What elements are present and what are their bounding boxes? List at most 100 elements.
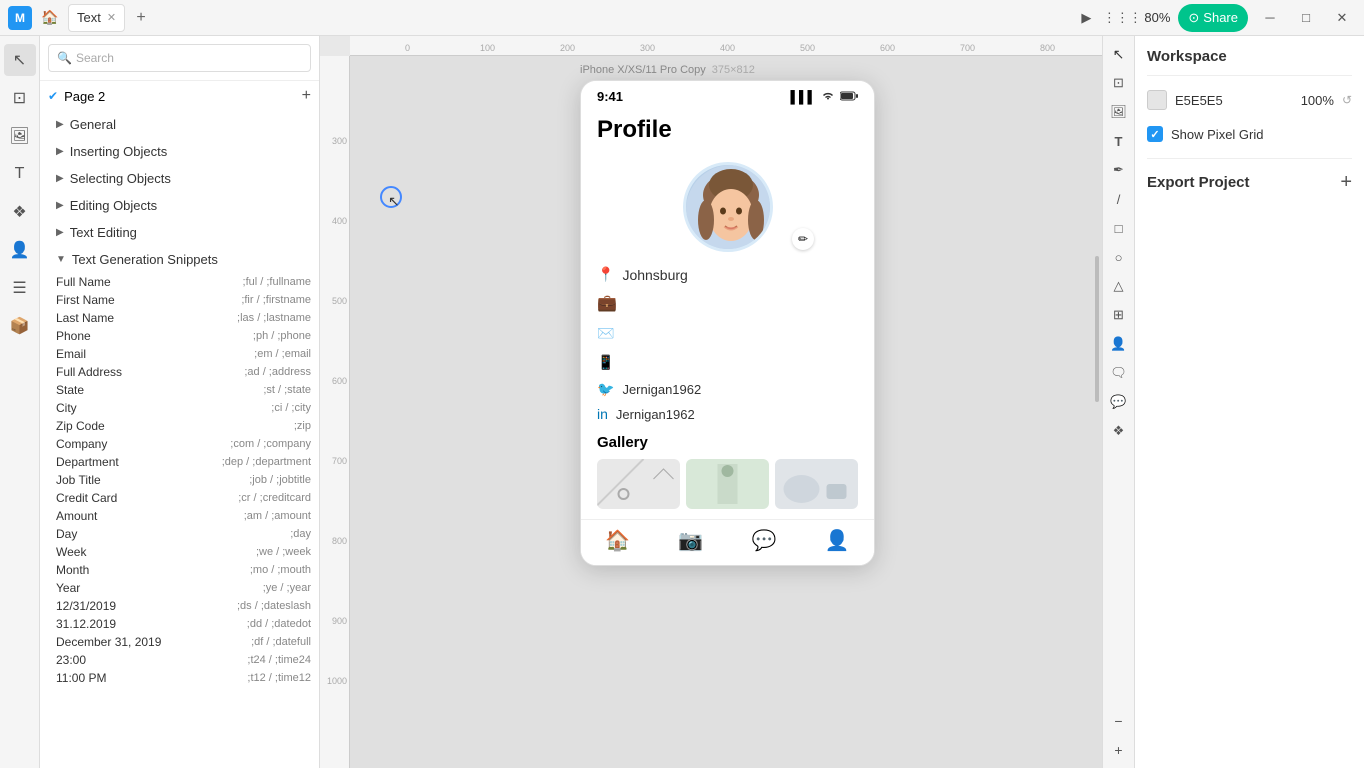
canvas-area[interactable]: 0 100 200 300 400 500 600 700 800 900 30… (320, 36, 1102, 768)
snippet-day: Day ;day (40, 525, 319, 543)
snippet-city: City ;ci / ;city (40, 399, 319, 417)
tool-ellipse[interactable]: ○ (1105, 243, 1133, 271)
nav-camera-icon[interactable]: 📷 (678, 528, 703, 553)
sidebar-assets-icon[interactable]: 📦 (4, 310, 36, 342)
snippet-creditcard: Credit Card ;cr / ;creditcard (40, 489, 319, 507)
section-text-editing[interactable]: ▶ Text Editing (40, 219, 319, 246)
snippet-month-key: ;mo / ;mouth (250, 564, 311, 576)
color-refresh-icon[interactable]: ↺ (1342, 93, 1352, 107)
nav-profile-icon[interactable]: 👤 (825, 528, 850, 553)
active-tab[interactable]: Text ✕ (68, 4, 125, 32)
search-box[interactable]: 🔍 Search (48, 44, 311, 72)
color-swatch[interactable] (1147, 90, 1167, 110)
topbar: M 🏠 Text ✕ + ▶ ⋮⋮⋮ 80% ⊙ Share ─ □ ✕ (0, 0, 1364, 36)
snippet-datedot-key: ;dd / ;datedot (247, 618, 311, 630)
job-row: 💼 (581, 287, 874, 319)
section-inserting[interactable]: ▶ Inserting Objects (40, 138, 319, 165)
sidebar-layers-icon[interactable]: ☰ (4, 272, 36, 304)
section-general[interactable]: ▶ General (40, 111, 319, 138)
snippet-time12: 11:00 PM ;t12 / ;time12 (40, 669, 319, 687)
right-panel: Workspace E5E5E5 100% ↺ ✓ Show Pixel Gri… (1134, 36, 1364, 768)
snippet-company: Company ;com / ;company (40, 435, 319, 453)
bottom-nav: 🏠 📷 💬 👤 (581, 519, 874, 565)
page-label[interactable]: Page 2 (64, 89, 105, 104)
minimize-button[interactable]: ─ (1256, 4, 1284, 32)
linkedin-row: in Jernigan1962 (581, 402, 874, 426)
sidebar-text-icon[interactable]: T (4, 158, 36, 190)
edit-avatar-button[interactable]: ✏ (792, 228, 814, 250)
status-bar: 9:41 ▌▌▌ (581, 81, 874, 108)
gallery-grid (597, 459, 858, 509)
device-frame: 9:41 ▌▌▌ Profile (580, 80, 875, 566)
tool-cursor[interactable]: ↖ (1105, 40, 1133, 68)
zoom-control[interactable]: 80% (1144, 10, 1170, 25)
tool-comment[interactable]: 🗨 (1105, 359, 1133, 387)
snippet-zip-key: ;zip (294, 420, 311, 432)
grid-button[interactable]: ⋮⋮⋮ (1108, 4, 1136, 32)
sidebar-component-icon[interactable]: ❖ (4, 196, 36, 228)
export-add-button[interactable]: + (1340, 171, 1352, 194)
play-button[interactable]: ▶ (1072, 4, 1100, 32)
twitter-icon: 🐦 (597, 381, 614, 398)
twitter-row: 🐦 Jernigan1962 (581, 377, 874, 402)
snippet-lastname: Last Name ;las / ;lastname (40, 309, 319, 327)
snippet-fullname-label: Full Name (56, 275, 111, 289)
tool-avatar[interactable]: 👤 (1105, 330, 1133, 358)
tool-frame[interactable]: ⊡ (1105, 69, 1133, 97)
snippet-datefull-key: ;df / ;datefull (251, 636, 311, 648)
gallery-title: Gallery (597, 434, 858, 451)
snippets-arrow-icon: ▼ (56, 254, 66, 265)
snippet-week: Week ;we / ;week (40, 543, 319, 561)
snippet-company-key: ;com / ;company (230, 438, 311, 450)
nav-home-icon[interactable]: 🏠 (605, 528, 630, 553)
avatar (683, 162, 773, 252)
page-add-button[interactable]: + (302, 87, 311, 105)
tool-zoom-out[interactable]: − (1105, 707, 1133, 735)
status-icons: ▌▌▌ (790, 90, 858, 104)
share-button[interactable]: ⊙ Share (1178, 4, 1248, 32)
linkedin-icon: in (597, 406, 608, 422)
tool-rect[interactable]: □ (1105, 214, 1133, 242)
close-button[interactable]: ✕ (1328, 4, 1356, 32)
tool-image[interactable]: 🖼 (1105, 98, 1133, 126)
nav-message-icon[interactable]: 💬 (752, 528, 777, 553)
device-wrapper: iPhone X/XS/11 Pro Copy 375×812 9:41 ▌▌▌ (580, 64, 875, 566)
section-snippets[interactable]: ▼ Text Generation Snippets (40, 246, 319, 273)
page-check-icon: ✔ (48, 89, 58, 103)
tool-grid[interactable]: ⊞ (1105, 301, 1133, 329)
icon-sidebar: ↖ ⊡ 🖼 T ❖ 👤 ☰ 📦 (0, 36, 40, 768)
new-tab-button[interactable]: + (129, 6, 153, 30)
snippet-email-key: ;em / ;email (254, 348, 311, 360)
tool-pen[interactable]: ✒ (1105, 156, 1133, 184)
section-editing[interactable]: ▶ Editing Objects (40, 192, 319, 219)
tool-component[interactable]: ❖ (1105, 417, 1133, 445)
snippet-state-label: State (56, 383, 84, 397)
editing-arrow-icon: ▶ (56, 200, 64, 211)
tab-label: Text (77, 10, 101, 25)
selecting-label: Selecting Objects (70, 171, 171, 186)
snippet-year-label: Year (56, 581, 80, 595)
location-row: 📍 Johnsburg (581, 262, 874, 287)
tool-zoom-in[interactable]: + (1105, 736, 1133, 764)
sidebar-image-icon[interactable]: 🖼 (4, 120, 36, 152)
tab-close-button[interactable]: ✕ (107, 11, 116, 24)
pixel-grid-checkbox[interactable]: ✓ (1147, 126, 1163, 142)
whatsapp-row: 📱 (581, 348, 874, 377)
panel-header: 🔍 Search (40, 36, 319, 81)
snippet-state: State ;st / ;state (40, 381, 319, 399)
sidebar-avatar-icon[interactable]: 👤 (4, 234, 36, 266)
checkbox-check-icon: ✓ (1150, 128, 1159, 141)
sidebar-frame-icon[interactable]: ⊡ (4, 82, 36, 114)
maximize-button[interactable]: □ (1292, 4, 1320, 32)
twitter-handle: Jernigan1962 (622, 382, 701, 397)
search-icon: 🔍 (57, 51, 72, 65)
tool-callout[interactable]: 💬 (1105, 388, 1133, 416)
section-selecting[interactable]: ▶ Selecting Objects (40, 165, 319, 192)
tool-text[interactable]: T (1105, 127, 1133, 155)
tool-triangle[interactable]: △ (1105, 272, 1133, 300)
home-button[interactable]: 🏠 (36, 4, 64, 32)
snippet-city-label: City (56, 401, 77, 415)
sidebar-cursor-icon[interactable]: ↖ (4, 44, 36, 76)
scrollbar-thumb[interactable] (1095, 256, 1099, 402)
tool-line[interactable]: / (1105, 185, 1133, 213)
